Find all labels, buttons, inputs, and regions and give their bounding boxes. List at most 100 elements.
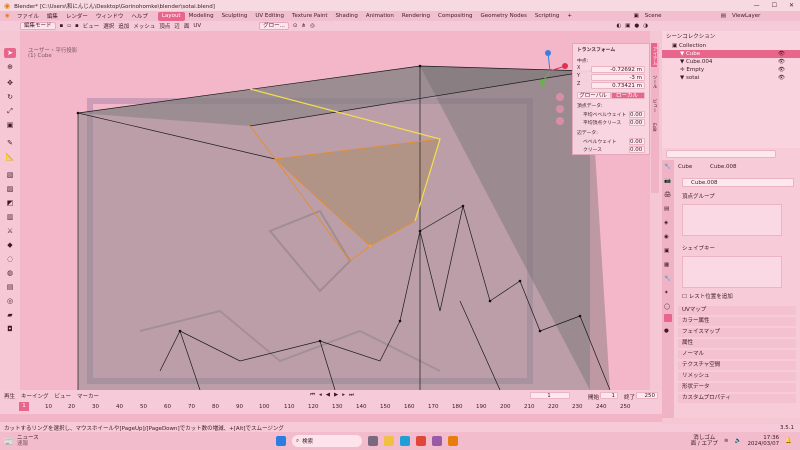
visibility-eye-icon[interactable]: 👁 (778, 74, 785, 82)
timeline-menu-marker[interactable]: マーカー (77, 392, 99, 400)
move-tool-icon[interactable]: ✥ (4, 78, 16, 88)
panel-normals[interactable]: ノーマル (678, 350, 796, 359)
taskview-icon[interactable] (368, 436, 378, 446)
menu-select[interactable]: 選択 (103, 22, 114, 30)
object-props-icon[interactable]: ▦ (664, 262, 672, 270)
mesh-data-props-icon[interactable] (664, 314, 672, 322)
panel-uv-maps[interactable]: UVマップ (678, 306, 796, 315)
menu-help[interactable]: ヘルプ (127, 12, 152, 20)
menu-edit[interactable]: 編集 (43, 12, 62, 20)
chrome-icon[interactable] (416, 436, 426, 446)
ime-indicator[interactable]: 消しゴム 面 / エアブ (691, 435, 718, 447)
select-mode-edge-icon[interactable]: ▫ (67, 23, 71, 29)
transform-tool-icon[interactable]: ▣ (4, 120, 16, 130)
annotate-tool-icon[interactable]: ✎ (4, 138, 16, 148)
app-icon[interactable] (432, 436, 442, 446)
modifier-props-icon[interactable]: 🔧 (664, 276, 672, 284)
add-rest-position-checkbox[interactable]: ☐ レスト位置を追加 (682, 292, 733, 300)
x-field[interactable]: -0.72692 m (591, 66, 645, 73)
edge-icon[interactable] (400, 436, 410, 446)
tab-tool[interactable]: ツール (651, 67, 657, 91)
tab-animation[interactable]: Animation (362, 12, 398, 21)
panel-remesh[interactable]: リメッシュ (678, 372, 796, 381)
overlay-icon[interactable]: ◐ (616, 23, 621, 29)
scene-props-icon[interactable]: ◈ (664, 220, 672, 228)
jump-end-icon[interactable]: ⏭ (349, 392, 354, 399)
panel-attributes[interactable]: 属性 (678, 339, 796, 348)
material-props-icon[interactable]: ● (664, 328, 672, 336)
shape-keys-header[interactable]: シェイプキー (682, 244, 715, 252)
timeline-menu-view[interactable]: ビュー (55, 392, 72, 400)
current-frame-field[interactable]: 1 (530, 392, 570, 399)
proportional-icon[interactable]: ◎ (310, 23, 315, 29)
close-icon[interactable]: ✕ (789, 2, 794, 9)
tab-edit[interactable]: Edit (651, 115, 656, 139)
global-toggle[interactable]: グローバル (577, 92, 611, 99)
visibility-eye-icon[interactable]: 👁 (778, 66, 785, 74)
visibility-eye-icon[interactable]: 👁 (778, 50, 785, 58)
shrink-fatten-tool-icon[interactable]: ◎ (4, 296, 16, 306)
view-layer-props-icon[interactable]: ▤ (664, 206, 672, 214)
select-mode-vertex-icon[interactable]: ▪ (60, 23, 64, 29)
rotate-tool-icon[interactable]: ↻ (4, 92, 16, 102)
menu-face[interactable]: 面 (184, 22, 190, 30)
blender-menu-icon[interactable]: ◉ (2, 13, 13, 19)
play-icon[interactable]: ▶ (334, 392, 338, 399)
panel-color-attributes[interactable]: カラー属性 (678, 317, 796, 326)
tab-uv-editing[interactable]: UV Editing (251, 12, 288, 21)
timeline-track[interactable] (0, 414, 662, 422)
rip-tool-icon[interactable]: ◘ (4, 324, 16, 334)
menu-mesh[interactable]: メッシュ (133, 22, 155, 30)
tab-view[interactable]: ビュー (651, 91, 657, 115)
tool-props-icon[interactable]: 🔧 (664, 164, 672, 172)
local-toggle[interactable]: ローカル (611, 92, 645, 99)
mean-vertex-crease-field[interactable]: 0.00 (629, 119, 645, 126)
wifi-icon[interactable]: ≋ (724, 438, 729, 444)
clock[interactable]: 17:36 2024/03/07 (747, 435, 779, 447)
add-workspace-button[interactable]: + (563, 12, 576, 21)
properties-search-input[interactable] (666, 150, 776, 158)
volume-icon[interactable]: 🔈 (735, 438, 742, 444)
cursor-tool-icon[interactable]: ⊕ (4, 62, 16, 72)
shading-solid-icon[interactable]: ● (634, 23, 639, 29)
tab-modeling[interactable]: Modeling (185, 12, 218, 21)
3d-viewport[interactable]: ユーザー・平行投影 (1) Cube (20, 31, 650, 390)
explorer-icon[interactable] (384, 436, 394, 446)
tab-item[interactable]: アイテム (651, 43, 657, 67)
blender-taskbar-icon[interactable] (448, 436, 458, 446)
menu-window[interactable]: ウィンドウ (92, 12, 128, 20)
collection-props-icon[interactable]: ▣ (664, 248, 672, 256)
world-props-icon[interactable]: ◉ (664, 234, 672, 242)
y-field[interactable]: -3 m (591, 74, 645, 81)
tab-rendering[interactable]: Rendering (398, 12, 434, 21)
menu-uv[interactable]: UV (193, 23, 201, 29)
bevel-weight-field[interactable]: 0.00 (629, 138, 645, 145)
loop-cut-tool-icon[interactable]: ▥ (4, 212, 16, 222)
knife-tool-icon[interactable]: ⚔ (4, 226, 16, 236)
windows-start-icon[interactable] (276, 436, 286, 446)
xray-icon[interactable]: ▣ (625, 23, 630, 29)
visibility-eye-icon[interactable]: 👁 (778, 58, 785, 66)
snap-icon[interactable]: ⋔ (301, 23, 306, 29)
tab-texture-paint[interactable]: Texture Paint (288, 12, 332, 21)
physics-props-icon[interactable]: ◯ (664, 304, 672, 312)
mean-bevel-weight-field[interactable]: 0.00 (629, 111, 645, 118)
scene-selector[interactable]: Scene (645, 13, 715, 19)
orientation-dropdown[interactable]: グロー... (259, 22, 289, 30)
end-frame-field[interactable]: 250 (636, 392, 658, 399)
select-mode-face-icon[interactable]: ▪ (75, 23, 79, 29)
pivot-icon[interactable]: ⊙ (293, 23, 298, 29)
particles-props-icon[interactable]: ✦ (664, 290, 672, 298)
current-frame-marker[interactable]: 1 (19, 402, 29, 411)
render-props-icon[interactable]: 📷 (664, 178, 672, 186)
view-layer-selector[interactable]: ViewLayer (732, 13, 792, 19)
vertex-groups-header[interactable]: 頂点グループ (682, 192, 715, 200)
menu-render[interactable]: レンダー (62, 12, 92, 20)
timeline-menu-keying[interactable]: キーイング (21, 392, 49, 400)
panel-custom-properties[interactable]: カスタムプロパティ (678, 394, 796, 403)
smooth-tool-icon[interactable]: ◍ (4, 268, 16, 278)
mode-dropdown[interactable]: 編集モード (20, 22, 56, 30)
tab-sculpting[interactable]: Sculpting (218, 12, 252, 21)
output-props-icon[interactable]: 🖨 (664, 192, 672, 200)
outliner-item-collection[interactable]: ▣ Collection (662, 42, 800, 50)
